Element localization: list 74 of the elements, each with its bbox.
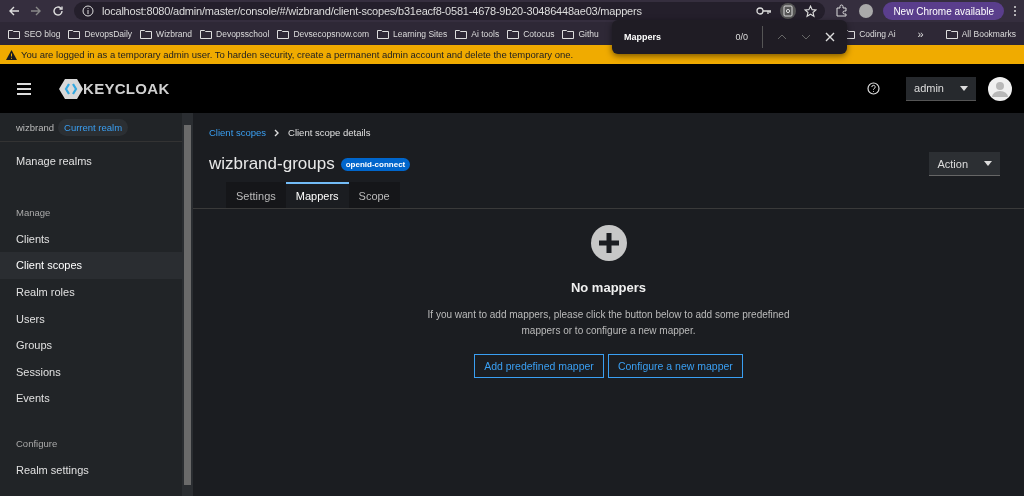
bookmark-folder[interactable]: SEO blog [8, 28, 61, 39]
logo-text: KEYCLOAK [83, 80, 170, 97]
folder-icon [140, 28, 153, 39]
bookmark-folder[interactable]: Learning Sites [377, 28, 448, 39]
nav-item[interactable]: Clients [0, 225, 182, 253]
page-title: wizbrand-groups [209, 154, 335, 174]
match-count: 0/0 [735, 32, 748, 42]
logo-icon [59, 78, 83, 99]
nav-item[interactable]: Events [0, 385, 182, 412]
reload-icon[interactable] [52, 5, 64, 17]
folder-icon [507, 28, 520, 39]
close-icon[interactable] [825, 32, 835, 42]
folder-icon [200, 28, 212, 39]
key-icon[interactable] [756, 5, 773, 17]
bookmark-folder[interactable]: Cotocus [507, 28, 555, 39]
folder-icon [277, 28, 290, 39]
bookmark-folder[interactable]: Devsecopsnow.com [277, 28, 369, 39]
nav-item[interactable]: Groups [0, 331, 182, 359]
avatar-icon[interactable] [988, 76, 1012, 101]
section-heading: Configure [15, 436, 59, 451]
back-arrow-icon[interactable] [8, 5, 20, 17]
profile-picture[interactable] [859, 4, 874, 18]
breadcrumb-current: Client scope details [288, 127, 371, 138]
address-bar[interactable]: localhost:8080/admin/master/console/#/wizbrand/client-scopes/b31eacf8-0581-4678-9b20-30486448ae03/mappers [74, 2, 826, 20]
scrollbar[interactable] [182, 113, 193, 496]
info-icon[interactable] [82, 5, 94, 17]
realm-name: wizbrand [16, 121, 55, 133]
folder-icon [377, 28, 389, 39]
folder-icon [8, 28, 20, 39]
tab[interactable]: Settings [226, 182, 286, 208]
nav-item[interactable]: Manage realms [0, 148, 182, 175]
nav-item[interactable]: Realm roles [0, 278, 182, 306]
bookmark-folder[interactable]: Devopsschool [200, 28, 270, 39]
empty-state-title: No mappers [570, 280, 647, 295]
bookmarks-overflow-button[interactable]: » [917, 27, 924, 40]
folder-icon [455, 28, 468, 39]
realm-label: Current realm [58, 118, 129, 136]
protocol-label: openid-connect [340, 157, 411, 171]
star-icon[interactable] [804, 4, 818, 18]
breadcrumb-link[interactable]: Client scopes [209, 127, 267, 138]
action-dropdown[interactable]: Action [929, 152, 1000, 176]
nav-item[interactable]: Users [0, 305, 182, 332]
previous-icon[interactable] [777, 33, 787, 41]
add-mapper-button[interactable]: Add predefined mapper [474, 354, 604, 378]
nav-item[interactable]: Sessions [0, 358, 182, 386]
help-icon[interactable] [867, 82, 881, 95]
folder-icon [562, 28, 575, 39]
user-dropdown[interactable]: admin [906, 76, 976, 101]
section-heading: Manage [15, 205, 52, 220]
forward-arrow-icon[interactable] [30, 5, 42, 17]
caret-icon [984, 161, 992, 166]
all-bookmarks-folder[interactable]: All Bookmarks [945, 28, 1016, 39]
next-icon[interactable] [801, 33, 811, 41]
folder-icon [945, 28, 958, 39]
nav-item[interactable]: Realm settings [0, 456, 182, 484]
bookmark-folder[interactable]: Githu [562, 28, 599, 39]
caret-icon [960, 85, 968, 91]
nav-item[interactable]: Client scopes [0, 252, 182, 279]
find-page-icon[interactable] [780, 3, 797, 19]
warning-text: You are logged in as a temporary admin user. To harden security, create a permanent admin account and delete the temporary one. [21, 49, 574, 60]
bookmark-folder[interactable]: Wizbrand [140, 28, 192, 39]
find-field[interactable]: Mappers [624, 32, 722, 42]
puzzle-icon[interactable] [835, 4, 850, 18]
chevron-icon [274, 128, 281, 137]
update-button[interactable]: New Chrome available [883, 2, 1004, 20]
plus-circle-icon [590, 225, 627, 261]
warning-icon [6, 49, 17, 60]
folder-icon [68, 28, 81, 39]
configure-mapper-button[interactable]: Configure a new mapper [607, 354, 743, 378]
bookmark-folder[interactable]: Ai tools [455, 28, 500, 39]
menu-icon[interactable] [17, 82, 31, 95]
bookmark-folder[interactable]: DevopsDaily [68, 28, 133, 39]
empty-state-message: If you want to add mappers, please click the button below to add some predefined mappers or to configure a new mapper. [426, 308, 791, 338]
tab[interactable]: Scope [348, 182, 400, 208]
